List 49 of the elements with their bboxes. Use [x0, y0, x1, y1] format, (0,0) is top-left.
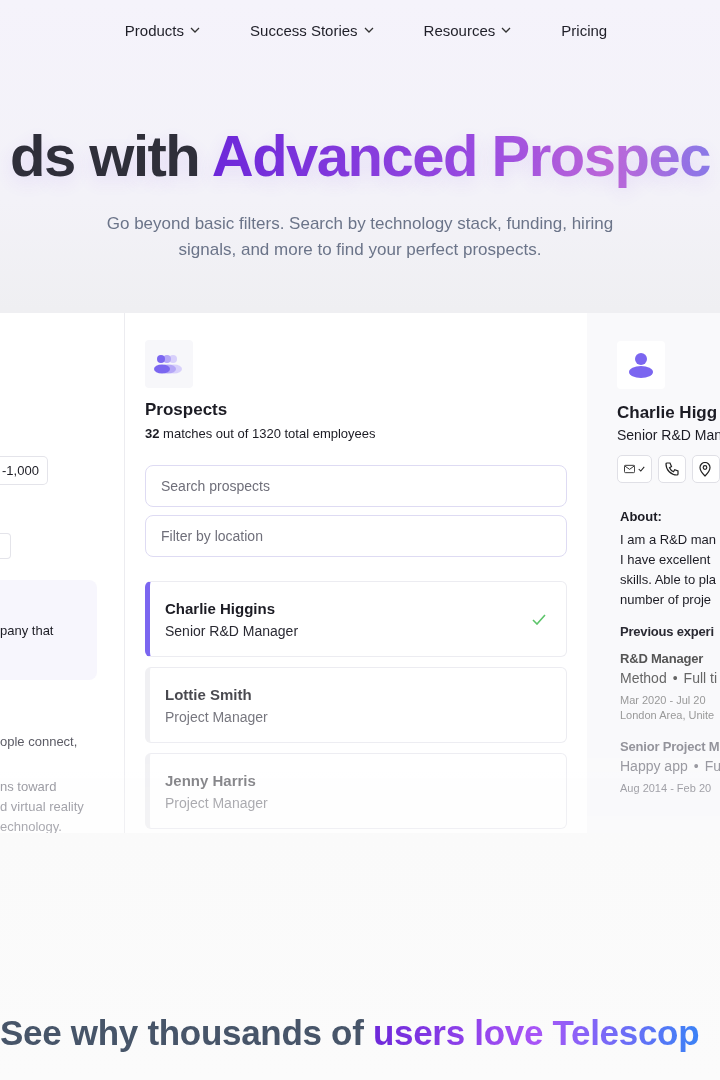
job-location: London Area, Unite — [620, 709, 716, 721]
company-about-text: ople connect, — [0, 733, 78, 751]
company-name: Method — [620, 670, 667, 686]
prospect-title: Senior R&D Manager — [165, 622, 299, 639]
people-group-icon — [153, 353, 185, 375]
section-heading: See why thousands of users love Telescop — [0, 1013, 701, 1053]
profile-name: Charlie Higg — [617, 403, 719, 423]
prospect-card[interactable]: Charlie Higgins Senior R&D Manager — [145, 581, 567, 657]
separator-dot: • — [693, 758, 699, 774]
nav-link[interactable]: Success Stories — [250, 21, 374, 39]
phone-icon — [665, 462, 679, 476]
experience-label: Previous experi — [620, 624, 715, 639]
company-about-text: ns toward d virtual reality echnology. — [0, 778, 84, 833]
phone-button[interactable] — [658, 455, 686, 483]
check-icon — [638, 465, 645, 473]
panel-title: Prospects — [145, 400, 229, 420]
about-label: About: — [620, 509, 663, 524]
nav-link[interactable]: Pricing — [561, 21, 608, 39]
employee-range-field[interactable]: -1,000 — [0, 456, 48, 485]
about-text: I am a R&D man I have excellent skills. Able to pla number of proje — [620, 531, 718, 609]
location-button[interactable] — [692, 455, 720, 483]
employment-type: Full ti — [683, 670, 718, 686]
location-filter-field[interactable]: Filter by location — [145, 515, 567, 557]
prospect-title: Project Manager — [165, 708, 268, 725]
job-dates: Mar 2020 - Jul 20 — [620, 694, 707, 706]
envelope-icon — [624, 463, 636, 475]
hero-subtitle: Go beyond basic filters. Search by technology stack, funding, hiring signals, and more to find your perfect prospects. — [105, 213, 615, 261]
map-pin-icon — [699, 461, 711, 477]
match-count: 32 matches out of 1320 total employees — [145, 426, 377, 441]
employment-type: Fu — [704, 758, 720, 774]
job-role: R&D Manager — [620, 651, 705, 666]
prospect-name: Lottie Smith — [165, 685, 253, 703]
job-dates: Aug 2014 - Feb 20 — [620, 782, 713, 794]
nav-link[interactable]: Resources — [423, 21, 512, 39]
separator-dot: • — [672, 670, 678, 686]
job-role: Senior Project M — [620, 739, 720, 754]
email-button[interactable] — [617, 455, 652, 483]
input-field[interactable] — [0, 533, 11, 559]
check-icon — [532, 613, 546, 625]
prospect-name: Jenny Harris — [165, 771, 257, 789]
prospect-card[interactable]: Jenny Harris Project Manager — [145, 753, 567, 829]
nav-link[interactable]: Products — [124, 21, 201, 39]
company-description: pany that — [0, 622, 54, 638]
prospect-card[interactable]: Lottie Smith Project Manager — [145, 667, 567, 743]
company-name: Happy app — [620, 758, 688, 774]
prospect-title: Project Manager — [165, 794, 268, 811]
search-field[interactable]: Search prospects — [145, 465, 567, 507]
prospect-name: Charlie Higgins — [165, 599, 277, 617]
person-icon — [628, 352, 654, 378]
